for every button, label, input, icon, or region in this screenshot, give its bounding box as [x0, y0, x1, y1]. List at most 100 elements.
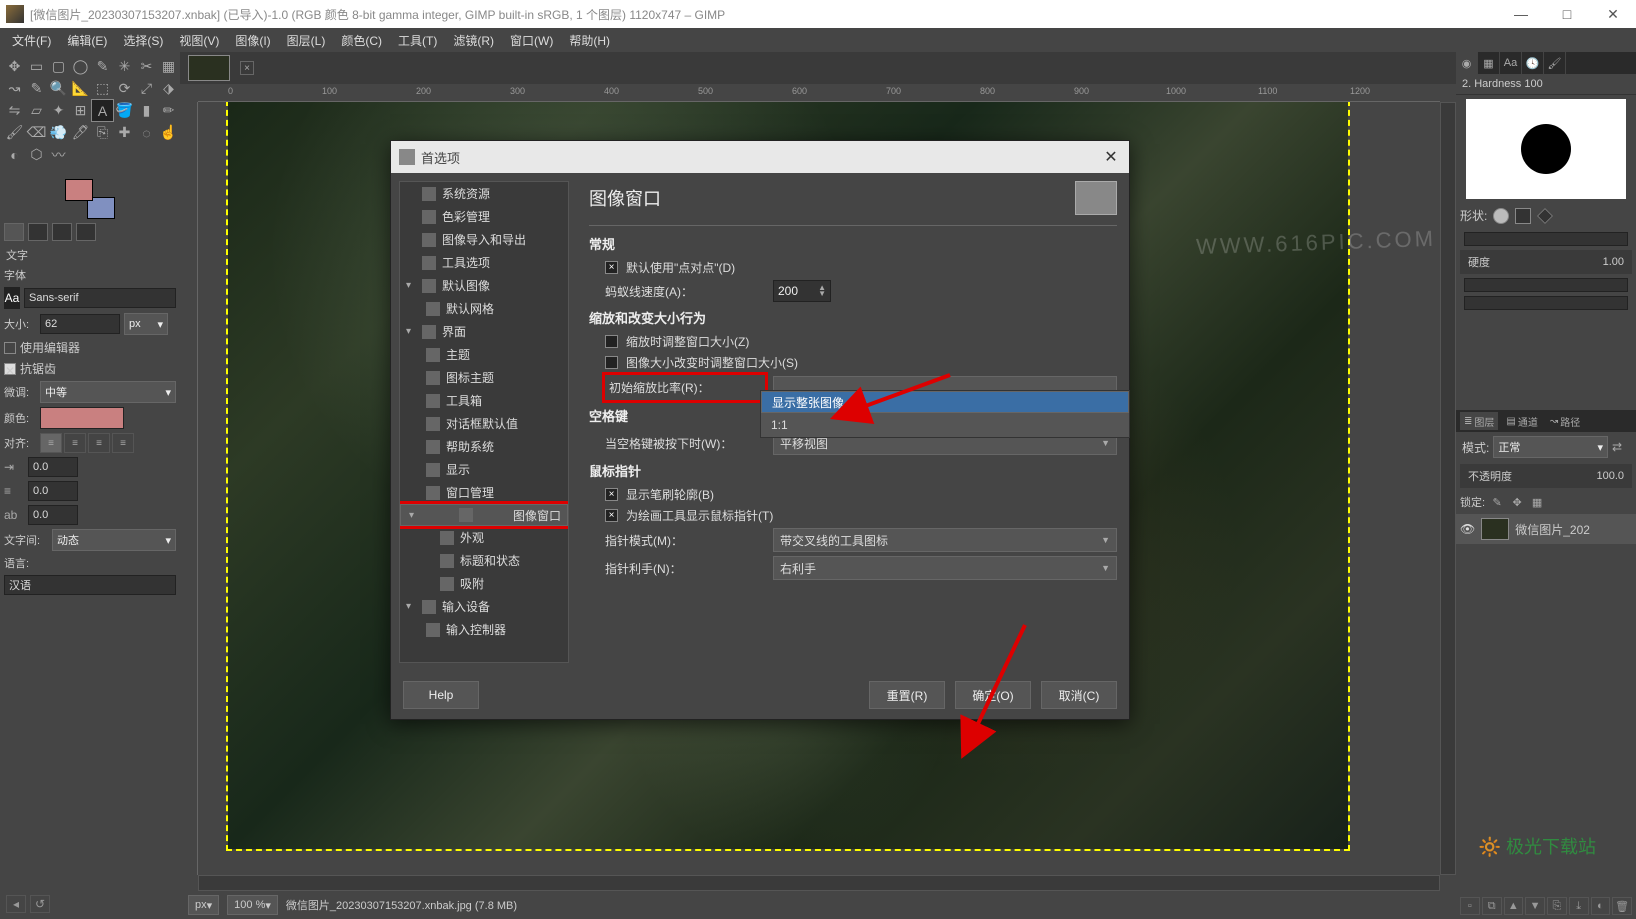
lock-alpha-icon[interactable]: ▦ — [1529, 494, 1545, 510]
preferences-tree[interactable]: 系统资源 色彩管理 图像导入和导出 工具选项 ▾默认图像 默认网格 ▾界面 主题… — [399, 181, 569, 663]
brush-slider-3[interactable] — [1464, 296, 1628, 310]
menu-select[interactable]: 选择(S) — [115, 28, 171, 52]
tool-text[interactable]: A — [92, 100, 113, 121]
tool-crop[interactable]: ⬚ — [92, 78, 113, 99]
dialog-close-button[interactable]: ✕ — [1101, 147, 1121, 167]
tree-title-status[interactable]: 标题和状态 — [400, 549, 568, 572]
ruler-horizontal[interactable]: 0100200300400500600700800900100011001200 — [198, 84, 1440, 102]
tool-eraser[interactable]: ⌫ — [26, 122, 47, 143]
tool-dodge[interactable]: ◐ — [4, 144, 25, 165]
tab-patterns[interactable]: ▦ — [1478, 52, 1500, 74]
tool-fuzzy-select[interactable]: ✳ — [114, 56, 135, 77]
tool-shear[interactable]: ⬗ — [158, 78, 179, 99]
close-button[interactable]: ✕ — [1590, 0, 1636, 28]
tree-toolbox[interactable]: 工具箱 — [400, 389, 568, 412]
tree-dialog-defaults[interactable]: 对话框默认值 — [400, 412, 568, 435]
tool-foreground[interactable]: ▦ — [158, 56, 179, 77]
tool-paths[interactable]: ↝ — [4, 78, 25, 99]
tool-flip[interactable]: ⇋ — [4, 100, 25, 121]
ruler-vertical[interactable] — [180, 102, 198, 875]
tool-airbrush[interactable]: 💨 — [48, 122, 69, 143]
tool-align[interactable]: ▭ — [26, 56, 47, 77]
tab-undo-history[interactable] — [52, 223, 72, 241]
tree-appearance[interactable]: 外观 — [400, 526, 568, 549]
antialias-checkbox[interactable]: ✕ — [4, 363, 16, 375]
lock-position-icon[interactable]: ✥ — [1509, 494, 1525, 510]
tab-paths[interactable]: ↝ 路径 — [1546, 412, 1584, 430]
menu-file[interactable]: 文件(F) — [4, 28, 59, 52]
line-spacing-input[interactable] — [28, 481, 78, 501]
tree-default-image[interactable]: ▾默认图像 — [400, 274, 568, 297]
menu-colors[interactable]: 颜色(C) — [333, 28, 390, 52]
tree-system-resources[interactable]: 系统资源 — [400, 182, 568, 205]
tool-color-picker[interactable]: ✎ — [26, 78, 47, 99]
initial-zoom-dropdown[interactable]: 显示整张图像 1:1 — [760, 390, 1130, 438]
resize-on-zoom-checkbox[interactable] — [605, 335, 618, 348]
tool-unified[interactable]: ✦ — [48, 100, 69, 121]
tree-window-management[interactable]: 窗口管理 — [400, 481, 568, 504]
tab-images[interactable] — [76, 223, 96, 241]
tree-input-devices[interactable]: ▾输入设备 — [400, 595, 568, 618]
size-unit-select[interactable]: px▾ — [124, 313, 168, 335]
tool-pencil[interactable]: ✏ — [158, 100, 179, 121]
foreground-color[interactable] — [65, 179, 93, 201]
tree-tool-options[interactable]: 工具选项 — [400, 251, 568, 274]
tool-ink[interactable]: 🖊 — [70, 122, 91, 143]
tree-icon-theme[interactable]: 图标主题 — [400, 366, 568, 389]
minimize-button[interactable]: — — [1498, 0, 1544, 28]
tab-device-status[interactable] — [28, 223, 48, 241]
pointer-hand-select[interactable]: 右利手▼ — [773, 556, 1117, 580]
font-icon[interactable]: Aa — [4, 287, 20, 309]
menu-image[interactable]: 图像(I) — [227, 28, 278, 52]
menu-view[interactable]: 视图(V) — [171, 28, 227, 52]
zoom-option-fit[interactable]: 显示整张图像 — [761, 391, 1129, 413]
tab-paint[interactable]: 🖌 — [1544, 52, 1566, 74]
brush-slider-2[interactable] — [1464, 278, 1628, 292]
font-input[interactable] — [24, 288, 176, 308]
brush-preview[interactable] — [1466, 99, 1626, 199]
text-color-button[interactable] — [40, 407, 124, 429]
tool-bucket[interactable]: 🪣 — [114, 100, 135, 121]
size-input[interactable] — [40, 314, 120, 334]
dialog-titlebar[interactable]: 首选项 ✕ — [391, 141, 1129, 173]
tool-options-menu[interactable]: ◂ — [6, 895, 26, 913]
menu-edit[interactable]: 编辑(E) — [59, 28, 115, 52]
menu-help[interactable]: 帮助(H) — [561, 28, 618, 52]
box-mode-select[interactable]: 动态▾ — [52, 529, 176, 551]
layer-up[interactable]: ▲ — [1504, 897, 1524, 915]
layer-visibility-icon[interactable]: 👁 — [1460, 522, 1475, 536]
tree-image-windows[interactable]: ▾图像窗口 — [400, 504, 568, 526]
tab-fonts[interactable]: Aa — [1500, 52, 1522, 74]
layer-mode-select[interactable]: 正常▾ — [1493, 436, 1608, 458]
tool-paintbrush[interactable]: 🖌 — [4, 122, 25, 143]
ant-speed-input[interactable]: 200▲▼ — [773, 280, 831, 302]
tree-default-grid[interactable]: 默认网格 — [400, 297, 568, 320]
maximize-button[interactable]: □ — [1544, 0, 1590, 28]
tool-zoom[interactable]: 🔍 — [48, 78, 69, 99]
status-zoom-select[interactable]: 100 % ▾ — [227, 895, 278, 915]
tool-warp[interactable]: 〰 — [48, 144, 69, 165]
justify-left[interactable]: ≡ — [40, 433, 62, 453]
tool-rotate[interactable]: ⟳ — [114, 78, 135, 99]
tab-brushes[interactable]: ◉ — [1456, 52, 1478, 74]
shape-diamond[interactable] — [1537, 208, 1553, 224]
tree-color-management[interactable]: 色彩管理 — [400, 205, 568, 228]
pointer-mode-select[interactable]: 带交叉线的工具图标▼ — [773, 528, 1117, 552]
tool-move[interactable]: ✥ — [4, 56, 25, 77]
tool-blur[interactable]: ◌ — [136, 122, 157, 143]
color-swatches[interactable] — [65, 179, 115, 219]
layer-dup[interactable]: ⎘ — [1547, 897, 1567, 915]
tool-gradient[interactable]: ▮ — [136, 100, 157, 121]
tool-smudge[interactable]: ☝ — [158, 122, 179, 143]
resize-on-size-checkbox[interactable] — [605, 356, 618, 369]
layer-new[interactable]: ▫ — [1460, 897, 1480, 915]
indent-input[interactable] — [28, 457, 78, 477]
scrollbar-horizontal[interactable] — [198, 875, 1440, 891]
tree-help-system[interactable]: 帮助系统 — [400, 435, 568, 458]
reset-button[interactable]: 重置(R) — [869, 681, 945, 709]
tree-interface[interactable]: ▾界面 — [400, 320, 568, 343]
brush-slider-1[interactable] — [1464, 232, 1628, 246]
tab-tool-options[interactable] — [4, 223, 24, 241]
use-editor-checkbox[interactable] — [4, 342, 16, 354]
menu-layer[interactable]: 图层(L) — [279, 28, 334, 52]
